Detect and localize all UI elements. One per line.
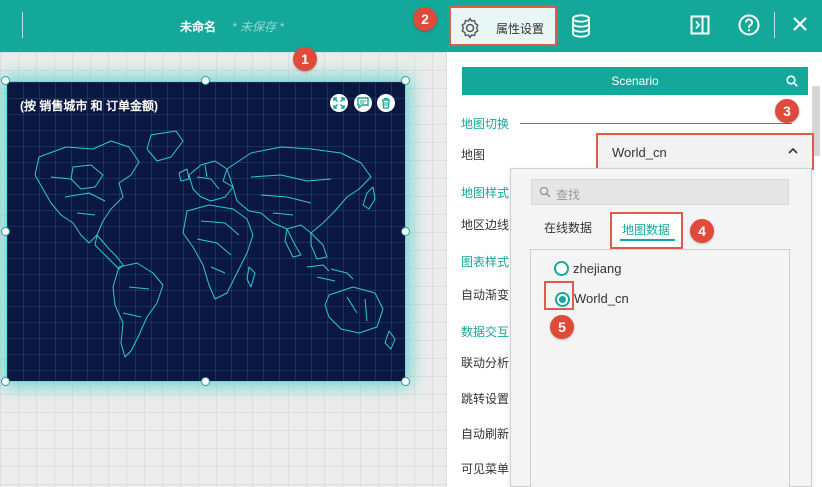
section-divider	[520, 123, 792, 124]
section-chart-style: 图表样式	[461, 255, 510, 269]
map-label: 地图	[461, 148, 486, 162]
close-icon[interactable]	[792, 16, 808, 32]
help-icon[interactable]	[738, 14, 760, 36]
visible-menu-label: 可见菜单	[461, 462, 510, 476]
section-map-style: 地图样式	[461, 186, 510, 200]
design-canvas[interactable]: (按 销售城市 和 订单金额)	[0, 52, 446, 487]
jump-settings-label: 跳转设置	[461, 392, 510, 406]
auto-gradient-label: 自动渐变	[461, 288, 510, 302]
map-select[interactable]: World_cn	[596, 133, 814, 170]
resize-handle[interactable]	[401, 76, 410, 85]
divider	[22, 12, 23, 38]
annotation-badge-4: 4	[690, 219, 714, 243]
auto-refresh-label: 自动刷新	[461, 427, 510, 441]
save-status: * 未保存 *	[232, 20, 285, 34]
option-zhejiang[interactable]: zhejiang	[531, 258, 731, 280]
top-bar: 未命名 * 未保存 * 属性设置	[0, 0, 822, 52]
tab-properties-label: 属性设置	[496, 22, 545, 36]
resize-handle[interactable]	[201, 377, 210, 386]
tab-map-data-label: 地图数据	[622, 223, 671, 237]
dropdown-search-input[interactable]: 查找	[531, 179, 789, 205]
active-tab-underline	[620, 239, 675, 241]
scenario-label: Scenario	[611, 74, 659, 88]
tab-properties[interactable]: 属性设置	[449, 6, 557, 46]
map-select-value: World_cn	[612, 145, 667, 160]
search-icon	[786, 75, 798, 87]
fullscreen-icon[interactable]	[330, 94, 348, 112]
search-icon	[539, 186, 551, 198]
annotation-badge-3: 3	[775, 99, 799, 123]
linked-analysis-label: 联动分析	[461, 356, 510, 370]
resize-handle[interactable]	[1, 76, 10, 85]
divider	[774, 12, 775, 38]
scenario-button[interactable]: Scenario	[462, 67, 808, 95]
annotation-badge-5: 5	[550, 315, 574, 339]
tab-map-data[interactable]: 地图数据	[610, 212, 683, 249]
database-icon[interactable]	[571, 14, 591, 38]
delete-icon[interactable]	[377, 94, 395, 112]
panel-toggle-icon[interactable]	[690, 15, 710, 35]
annotation-badge-1: 1	[293, 47, 317, 71]
resize-handle[interactable]	[1, 377, 10, 386]
resize-handle[interactable]	[401, 377, 410, 386]
gear-icon	[461, 17, 479, 39]
resize-handle[interactable]	[1, 227, 10, 236]
map-widget[interactable]: (按 销售城市 和 订单金额)	[6, 81, 406, 382]
tab-online-data[interactable]: 在线数据	[544, 219, 592, 236]
selection-highlight	[544, 281, 574, 310]
option-label: World_cn	[574, 291, 629, 306]
search-placeholder: 查找	[556, 188, 581, 202]
widget-title: (按 销售城市 和 订单金额)	[20, 99, 158, 113]
world-map	[34, 130, 396, 358]
section-data-interaction: 数据交互	[461, 325, 510, 339]
comment-icon[interactable]	[354, 94, 372, 112]
resize-handle[interactable]	[401, 227, 410, 236]
chevron-up-icon	[788, 147, 798, 154]
option-label: zhejiang	[573, 261, 622, 276]
document-title[interactable]: 未命名	[180, 18, 216, 35]
radio-button[interactable]	[554, 261, 569, 276]
annotation-badge-2: 2	[413, 7, 437, 31]
region-border-label: 地区边线	[461, 218, 510, 232]
section-map-switch: 地图切换	[461, 117, 510, 131]
resize-handle[interactable]	[201, 76, 210, 85]
